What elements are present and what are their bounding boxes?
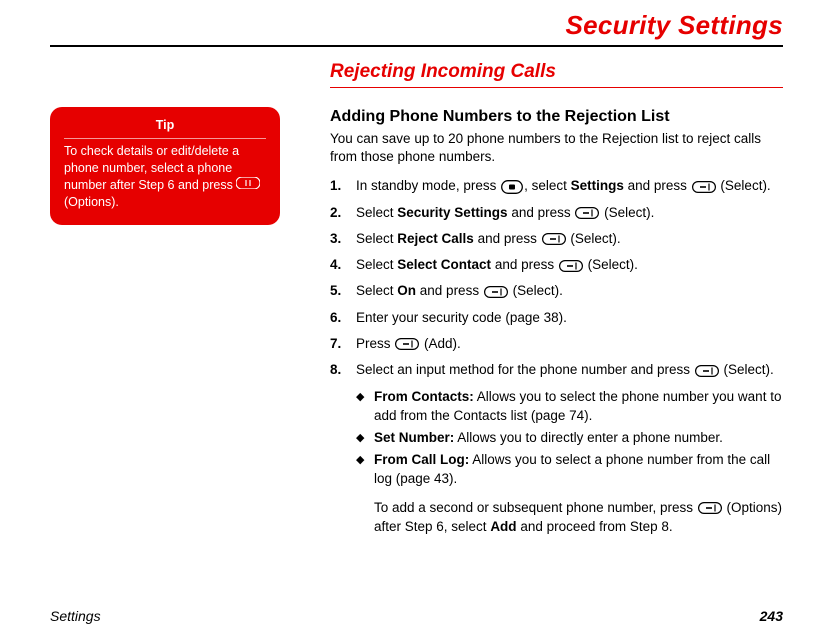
bullet-label: Set Number: — [374, 430, 454, 445]
softkey-left-icon — [484, 286, 508, 298]
step-text: and press — [416, 283, 483, 298]
bullet-set-number: Set Number: Allows you to directly enter… — [356, 429, 783, 448]
step-text: Select an input method for the phone num… — [356, 362, 694, 377]
step-text: (Select). — [600, 205, 654, 220]
step-text: , select — [524, 178, 571, 193]
step-2: Select Security Settings and press (Sele… — [330, 203, 783, 223]
step-text: (Select). — [717, 178, 771, 193]
step-5: Select On and press (Select). — [330, 281, 783, 301]
step-text: (Select). — [509, 283, 563, 298]
steps-list: In standby mode, press , select Settings… — [330, 176, 783, 380]
bullet-label: From Call Log: — [374, 452, 469, 467]
softkey-left-icon — [692, 181, 716, 193]
step-4: Select Select Contact and press (Select)… — [330, 255, 783, 275]
tip-body: To check details or edit/delete a phone … — [64, 143, 266, 211]
tip-text-post: (Options). — [64, 195, 119, 209]
page-number: 243 — [760, 608, 783, 624]
subheading: Adding Phone Numbers to the Rejection Li… — [330, 108, 783, 126]
content-area: Tip To check details or edit/delete a ph… — [0, 47, 833, 537]
step-8: Select an input method for the phone num… — [330, 360, 783, 380]
step-text: and press — [474, 231, 541, 246]
step-text: (Select). — [567, 231, 621, 246]
step-text: Select — [356, 205, 397, 220]
step-text: Select — [356, 283, 397, 298]
page-header: Security Settings — [0, 0, 833, 45]
sidebar: Tip To check details or edit/delete a ph… — [50, 47, 330, 537]
step-text: and press — [508, 205, 575, 220]
softkey-left-icon — [695, 365, 719, 377]
step-text: Enter your security code (page 38). — [356, 310, 567, 325]
step-bold: Settings — [571, 178, 624, 193]
page-title: Security Settings — [0, 10, 783, 41]
step-bold: On — [397, 283, 416, 298]
softkey-right-icon — [236, 177, 260, 194]
main-column: Rejecting Incoming Calls Adding Phone Nu… — [330, 47, 783, 537]
step-1: In standby mode, press , select Settings… — [330, 176, 783, 196]
step-text: and press — [624, 178, 691, 193]
step-3: Select Reject Calls and press (Select). — [330, 229, 783, 249]
step-6: Enter your security code (page 38). — [330, 308, 783, 328]
section-heading: Rejecting Incoming Calls — [330, 61, 783, 88]
step-text: and press — [491, 257, 558, 272]
step-bold: Reject Calls — [397, 231, 474, 246]
softkey-left-icon — [559, 260, 583, 272]
note-bold: Add — [490, 519, 516, 534]
bullet-from-contacts: From Contacts: Allows you to select the … — [356, 388, 783, 426]
tip-box: Tip To check details or edit/delete a ph… — [50, 107, 280, 225]
softkey-left-icon — [698, 502, 722, 514]
bullet-label: From Contacts: — [374, 389, 474, 404]
tip-text-pre: To check details or edit/delete a phone … — [64, 144, 239, 192]
step-bold: Select Contact — [397, 257, 491, 272]
step-text: Select — [356, 231, 397, 246]
softkey-left-icon — [575, 207, 599, 219]
step-bold: Security Settings — [397, 205, 507, 220]
note-part: To add a second or subsequent phone numb… — [374, 500, 697, 515]
bullet-text: Allows you to directly enter a phone num… — [454, 430, 723, 445]
bullet-from-call-log: From Call Log: Allows you to select a ph… — [356, 451, 783, 489]
softkey-left-icon — [395, 338, 419, 350]
intro-text: You can save up to 20 phone numbers to t… — [330, 130, 783, 166]
footer-section: Settings — [50, 608, 101, 624]
step-7: Press (Add). — [330, 334, 783, 354]
center-key-icon — [501, 180, 523, 194]
note-part: and proceed from Step 8. — [517, 519, 673, 534]
step-text: (Add). — [420, 336, 461, 351]
note-text: To add a second or subsequent phone numb… — [374, 499, 783, 537]
tip-title: Tip — [64, 117, 266, 139]
step-text: (Select). — [584, 257, 638, 272]
step-text: Press — [356, 336, 394, 351]
step-text: In standby mode, press — [356, 178, 500, 193]
softkey-left-icon — [542, 233, 566, 245]
step-text: Select — [356, 257, 397, 272]
step-text: (Select). — [720, 362, 774, 377]
page-footer: Settings 243 — [50, 608, 783, 624]
bullets-list: From Contacts: Allows you to select the … — [356, 388, 783, 488]
